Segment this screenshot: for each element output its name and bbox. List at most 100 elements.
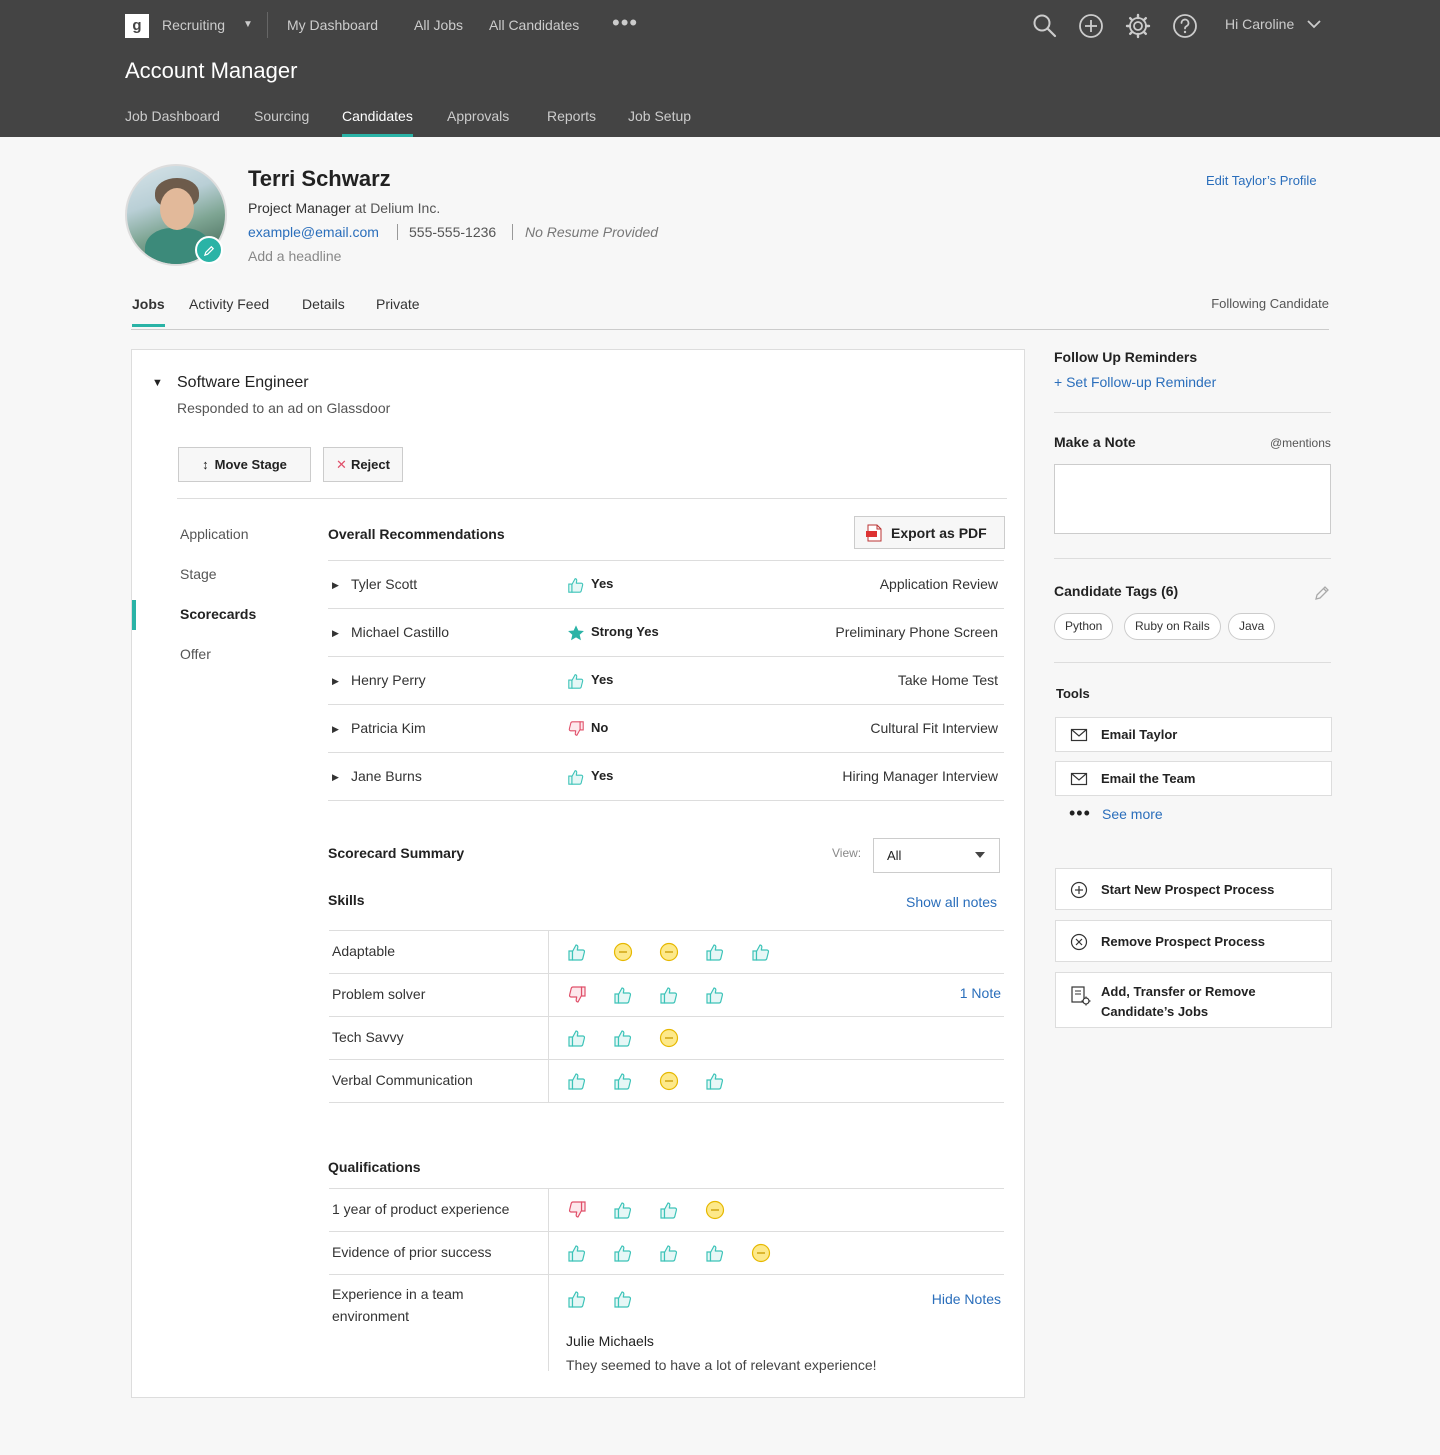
collapse-triangle-icon[interactable]: ▼ (152, 377, 163, 389)
thumbs-up-icon[interactable] (659, 1243, 679, 1263)
note-count-link[interactable]: 1 Note (960, 985, 1001, 1001)
expand-triangle-icon[interactable]: ▶ (332, 772, 339, 783)
show-all-notes-link[interactable]: Show all notes (906, 894, 997, 910)
neutral-icon[interactable] (705, 1200, 725, 1220)
help-icon[interactable] (1172, 13, 1198, 39)
pencil-icon[interactable] (1313, 584, 1331, 602)
profile-tabs: Jobs Activity Feed Details Private Follo… (131, 296, 1329, 330)
thumbs-up-icon[interactable] (659, 1200, 679, 1220)
thumbs-up-icon[interactable] (613, 1200, 633, 1220)
thumbs-up-icon[interactable] (613, 1028, 633, 1048)
thumbs-up-icon[interactable] (567, 1028, 587, 1048)
side-nav-scorecards[interactable]: Scorecards (180, 606, 256, 622)
thumbs-up-icon[interactable] (567, 1243, 587, 1263)
attribute-label: Experience in a team environment (332, 1283, 464, 1327)
tab-jobs[interactable]: Jobs (132, 296, 165, 327)
note-input[interactable] (1054, 464, 1331, 534)
neutral-icon[interactable] (613, 942, 633, 962)
caret-down-icon[interactable]: ▼ (243, 19, 253, 30)
thumbs-up-icon[interactable] (705, 1071, 725, 1091)
recommendation-row[interactable]: ▶ Michael Castillo Strong Yes Preliminary P… (328, 609, 1004, 657)
set-reminder-link[interactable]: + Set Follow-up Reminder (1054, 374, 1216, 390)
tag-ruby-on-rails[interactable]: Ruby on Rails (1124, 613, 1221, 640)
neutral-icon[interactable] (659, 1028, 679, 1048)
thumbs-up-icon[interactable] (567, 1071, 587, 1091)
recommendation-row[interactable]: ▶ Jane Burns Yes Hiring Manager Interview (328, 753, 1004, 801)
recommendation-row[interactable]: ▶ Tyler Scott Yes Application Review (328, 561, 1004, 609)
search-icon[interactable] (1032, 13, 1058, 39)
side-nav-application[interactable]: Application (180, 526, 249, 542)
tab-candidates[interactable]: Candidates (342, 108, 413, 137)
thumbs-up-icon[interactable] (613, 1071, 633, 1091)
tab-job-setup[interactable]: Job Setup (628, 108, 691, 124)
caret-down-icon (975, 852, 985, 858)
see-more-link[interactable]: See more (1102, 806, 1163, 822)
thumbs-up-icon[interactable] (613, 1289, 633, 1309)
transfer-jobs-button[interactable]: Add, Transfer or Remove Candidate’s Jobs (1055, 972, 1332, 1028)
neutral-icon[interactable] (659, 1071, 679, 1091)
tab-sourcing[interactable]: Sourcing (254, 108, 309, 124)
edit-profile-link[interactable]: Edit Taylor’s Profile (1206, 173, 1317, 188)
tab-private[interactable]: Private (376, 296, 420, 312)
thumbs-up-icon[interactable] (659, 985, 679, 1005)
neutral-icon[interactable] (659, 942, 679, 962)
remove-prospect-button[interactable]: Remove Prospect Process (1055, 920, 1332, 962)
thumbs-up-icon[interactable] (613, 1243, 633, 1263)
nav-all-candidates[interactable]: All Candidates (489, 17, 579, 33)
recommendation-row[interactable]: ▶ Patricia Kim No Cultural Fit Interview (328, 705, 1004, 753)
side-nav-stage[interactable]: Stage (180, 566, 217, 582)
export-pdf-button[interactable]: Export as PDF (854, 516, 1005, 549)
nav-all-jobs[interactable]: All Jobs (414, 17, 463, 33)
tab-approvals[interactable]: Approvals (447, 108, 509, 124)
rating-cells (548, 931, 1004, 973)
thumbs-down-icon[interactable] (567, 985, 587, 1005)
email-candidate-button[interactable]: Email Taylor (1055, 717, 1332, 752)
gear-icon[interactable] (1125, 13, 1151, 39)
candidate-email[interactable]: example@email.com (248, 224, 379, 240)
side-nav-offer[interactable]: Offer (180, 646, 211, 662)
more-icon[interactable]: ••• (1069, 803, 1091, 824)
app-switcher[interactable]: Recruiting (162, 17, 225, 33)
nav-my-dashboard[interactable]: My Dashboard (287, 17, 378, 33)
add-icon[interactable] (1078, 13, 1104, 39)
tag-python[interactable]: Python (1054, 613, 1114, 640)
tab-activity-feed[interactable]: Activity Feed (189, 296, 269, 312)
thumbs-up-icon[interactable] (705, 985, 725, 1005)
more-icon[interactable]: ••• (612, 10, 638, 36)
email-team-button[interactable]: Email the Team (1055, 761, 1332, 796)
skills-title: Skills (328, 892, 365, 908)
tab-reports[interactable]: Reports (547, 108, 596, 124)
interview-stage: Hiring Manager Interview (842, 768, 998, 784)
thumbs-up-icon[interactable] (751, 942, 771, 962)
thumbs-up-icon[interactable] (567, 942, 587, 962)
expand-triangle-icon[interactable]: ▶ (332, 676, 339, 687)
reject-button[interactable]: ✕ Reject (323, 447, 403, 482)
start-prospect-button[interactable]: Start New Prospect Process (1055, 868, 1332, 910)
tab-job-dashboard[interactable]: Job Dashboard (125, 108, 220, 124)
thumbs-up-icon[interactable] (705, 942, 725, 962)
thumbs-up-icon (567, 768, 585, 786)
expand-triangle-icon[interactable]: ▶ (332, 580, 339, 591)
attribute-label: Evidence of prior success (332, 1244, 492, 1260)
attribute-label: Tech Savvy (332, 1029, 404, 1045)
hide-notes-link[interactable]: Hide Notes (932, 1291, 1001, 1307)
thumbs-up-icon[interactable] (567, 1289, 587, 1309)
attribute-label: Adaptable (332, 943, 396, 959)
thumbs-up-icon[interactable] (705, 1243, 725, 1263)
thumbs-up-icon[interactable] (613, 985, 633, 1005)
expand-triangle-icon[interactable]: ▶ (332, 724, 339, 735)
thumbs-down-icon[interactable] (567, 1200, 587, 1220)
user-greeting[interactable]: Hi Caroline (1225, 16, 1294, 32)
expand-triangle-icon[interactable]: ▶ (332, 628, 339, 639)
logo[interactable]: g (125, 14, 149, 38)
tab-details[interactable]: Details (302, 296, 345, 312)
chevron-down-icon[interactable] (1306, 17, 1322, 31)
view-select[interactable]: All (873, 838, 1000, 873)
neutral-icon[interactable] (751, 1243, 771, 1263)
pencil-icon[interactable] (195, 236, 223, 264)
following-toggle[interactable]: Following Candidate (1211, 296, 1329, 311)
add-headline-link[interactable]: Add a headline (248, 248, 341, 264)
move-stage-button[interactable]: ↕ Move Stage (178, 447, 311, 482)
recommendation-row[interactable]: ▶ Henry Perry Yes Take Home Test (328, 657, 1004, 705)
tag-java[interactable]: Java (1228, 613, 1276, 640)
